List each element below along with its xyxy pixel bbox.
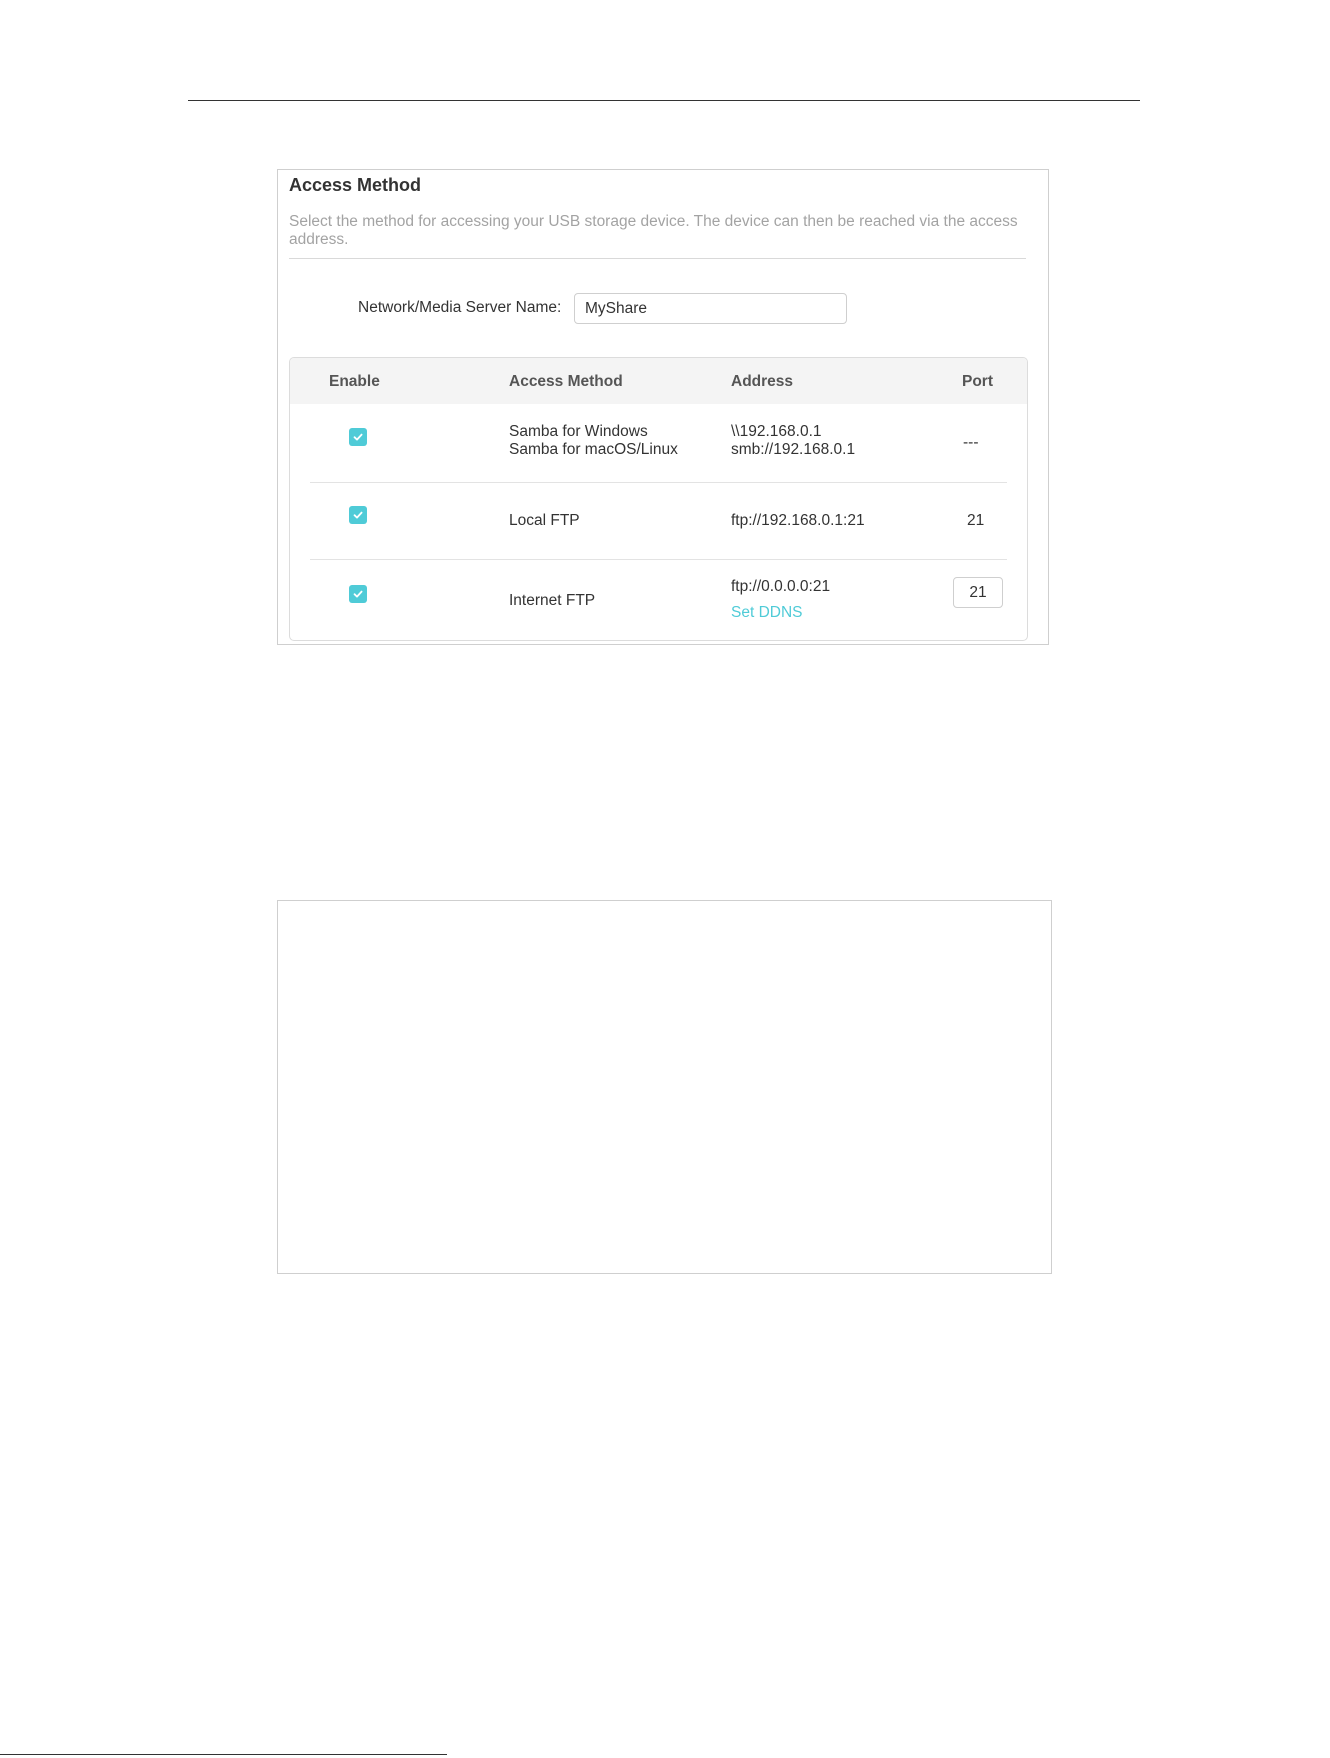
enable-checkbox-local-ftp[interactable] xyxy=(349,506,367,524)
empty-figure-frame xyxy=(277,900,1052,1274)
panel-description: Select the method for accessing your USB… xyxy=(289,213,1018,248)
checkmark-icon xyxy=(353,590,363,598)
access-method-panel: Access Method Select the method for acce… xyxy=(277,169,1049,645)
checkmark-icon xyxy=(353,511,363,519)
server-name-input[interactable] xyxy=(574,293,847,324)
enable-checkbox-internet-ftp[interactable] xyxy=(349,585,367,603)
header-enable: Enable xyxy=(329,373,380,390)
checkmark-icon xyxy=(353,433,363,441)
panel-divider xyxy=(289,258,1026,259)
access-method-table: Enable Access Method Address Port Samba … xyxy=(289,357,1028,641)
method-local-ftp: Local FTP xyxy=(509,512,580,529)
address-local-ftp: ftp://192.168.0.1:21 xyxy=(731,512,865,529)
address-internet-ftp: ftp://0.0.0.0:21 xyxy=(731,578,831,595)
page-footer-rule xyxy=(0,1754,447,1755)
internet-ftp-port-input[interactable] xyxy=(953,577,1003,608)
page-header-rule xyxy=(188,100,1140,101)
port-samba: --- xyxy=(963,434,979,451)
set-ddns-link[interactable]: Set DDNS xyxy=(731,604,803,622)
server-name-label: Network/Media Server Name: xyxy=(358,299,562,316)
header-port: Port xyxy=(962,373,993,390)
method-samba-macos: Samba for macOS/Linux xyxy=(509,441,678,458)
table-header: Enable Access Method Address Port xyxy=(290,358,1027,404)
address-samba-windows: \\192.168.0.1 xyxy=(731,423,822,440)
address-samba-macos: smb://192.168.0.1 xyxy=(731,441,856,458)
panel-title: Access Method xyxy=(289,175,422,195)
header-address: Address xyxy=(731,373,794,390)
header-access-method: Access Method xyxy=(509,373,623,390)
port-local-ftp: 21 xyxy=(967,512,985,529)
method-samba-windows: Samba for Windows xyxy=(509,423,648,440)
enable-checkbox-samba[interactable] xyxy=(349,428,367,446)
method-internet-ftp: Internet FTP xyxy=(509,592,596,609)
row-separator xyxy=(310,482,1007,483)
row-separator xyxy=(310,559,1007,560)
